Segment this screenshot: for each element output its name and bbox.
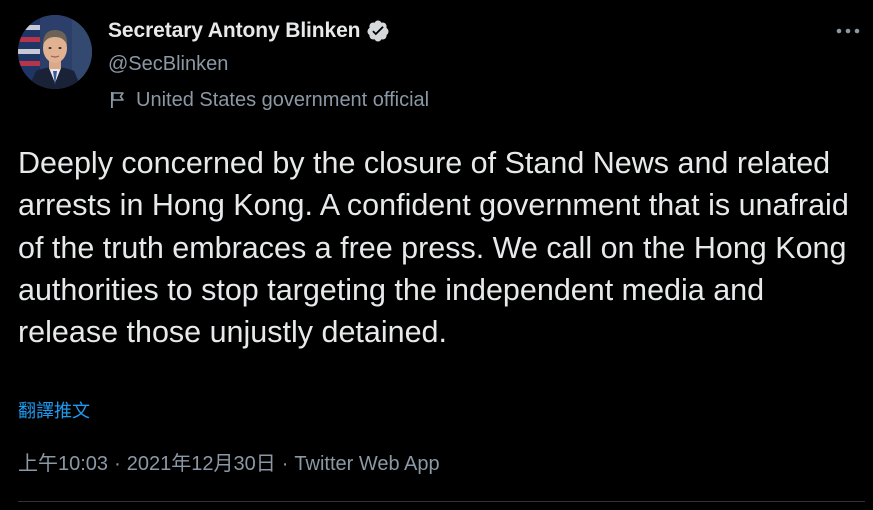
account-label: United States government official — [108, 86, 429, 114]
avatar-image — [18, 15, 92, 89]
tweet-source-link[interactable]: Twitter Web App — [294, 449, 439, 479]
government-flag-icon — [108, 90, 128, 110]
meta-separator: · — [281, 453, 289, 475]
author-name-row: Secretary Antony Blinken — [108, 14, 429, 48]
tweet-time[interactable]: 上午10:03 — [18, 449, 108, 479]
tweet-header: Secretary Antony Blinken @SecBlinken Uni… — [108, 14, 429, 114]
author-handle[interactable]: @SecBlinken — [108, 50, 429, 78]
author-display-name[interactable]: Secretary Antony Blinken — [108, 19, 361, 43]
tweet-date[interactable]: 2021年12月30日 — [127, 449, 276, 479]
more-options-button[interactable] — [831, 16, 865, 46]
meta-separator: · — [114, 453, 121, 475]
translate-tweet-link[interactable]: 翻譯推文 — [18, 398, 90, 424]
more-horizontal-icon — [835, 22, 861, 40]
divider — [18, 501, 865, 502]
tweet-metadata: 上午10:03 · 2021年12月30日 · Twitter Web App — [18, 449, 440, 479]
government-label-text: United States government official — [136, 88, 430, 111]
tweet-text: Deeply concerned by the closure of Stand… — [18, 146, 849, 350]
verified-badge-icon — [366, 19, 390, 43]
tweet: Secretary Antony Blinken @SecBlinken Uni… — [0, 0, 873, 510]
avatar[interactable] — [18, 15, 92, 89]
